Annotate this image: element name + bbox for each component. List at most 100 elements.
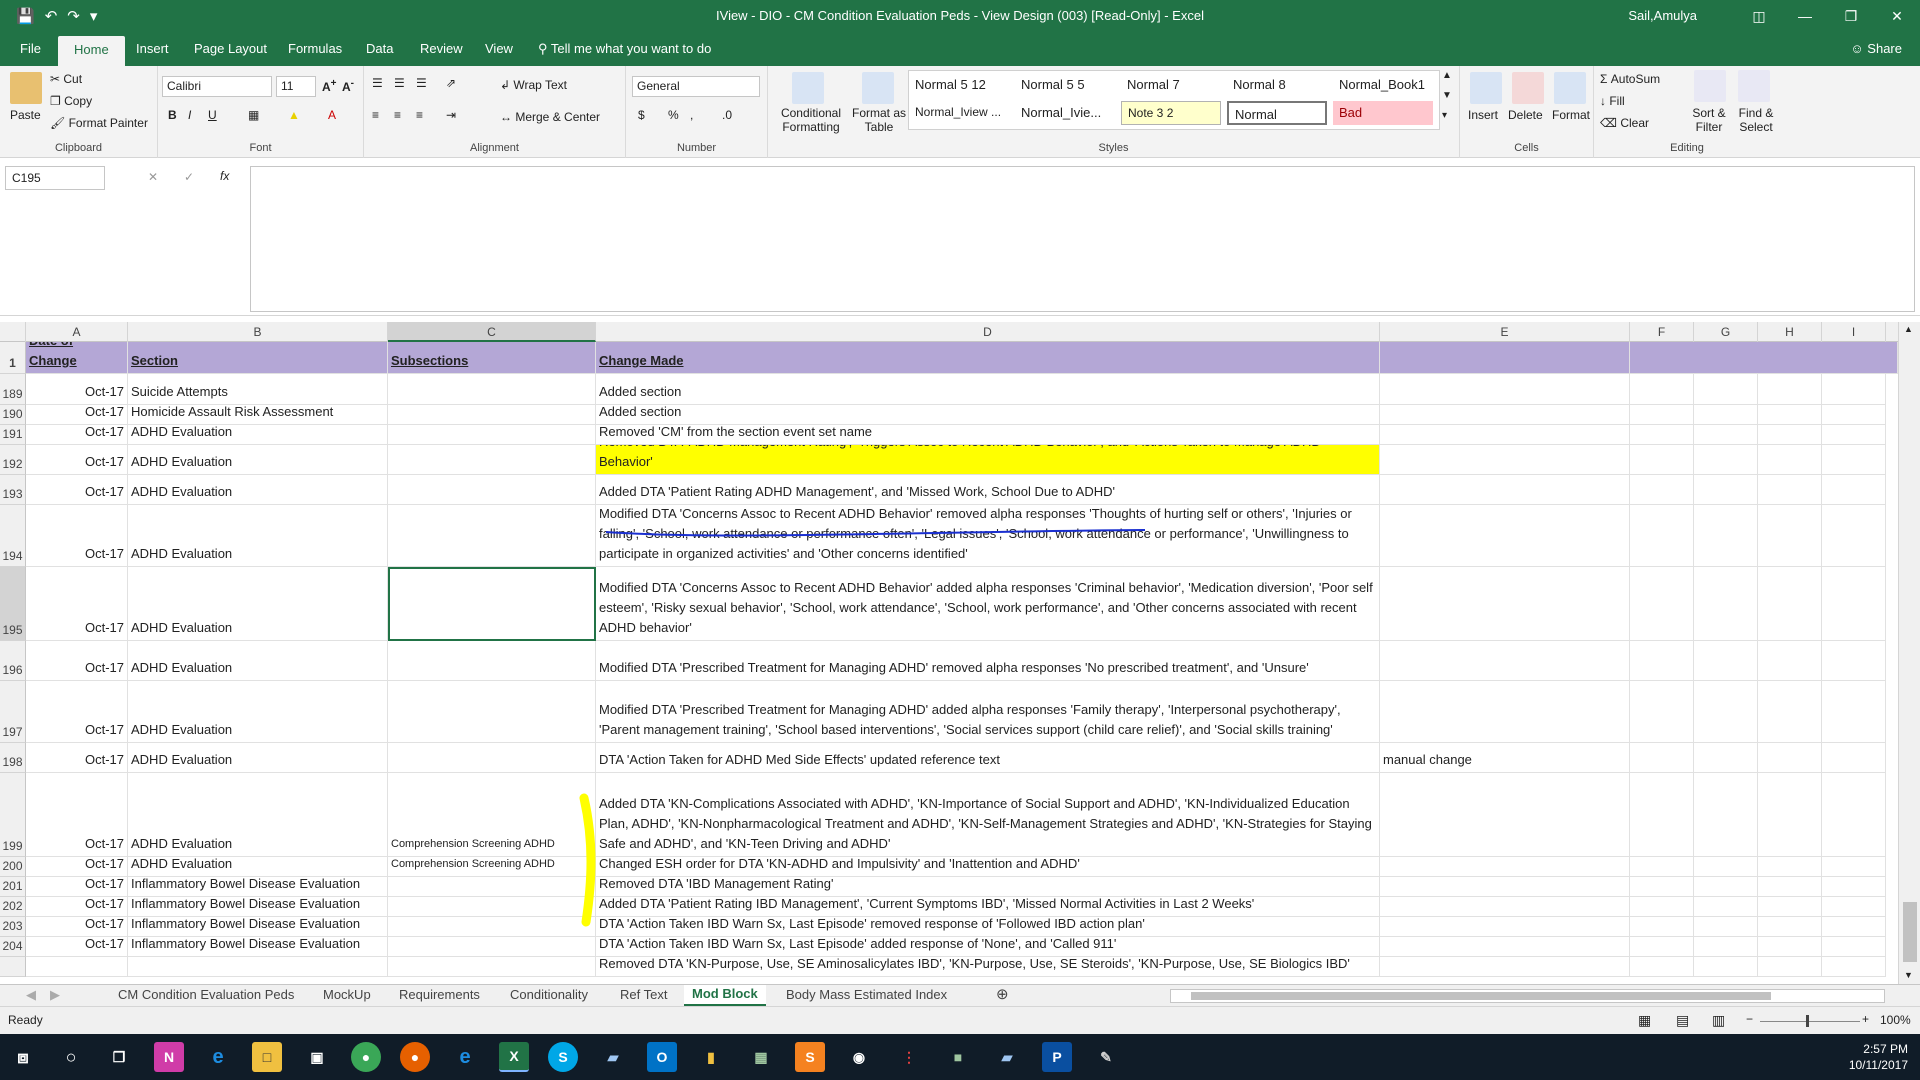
number-format-dropdown[interactable]: General	[632, 76, 760, 97]
horizontal-scroll-thumb[interactable]	[1191, 992, 1771, 1000]
user-name[interactable]: Sail,Amulya	[1628, 8, 1697, 23]
cell-notes[interactable]	[1380, 877, 1630, 897]
cell-f[interactable]	[1630, 937, 1694, 957]
page-layout-view-icon[interactable]: ▤	[1676, 1012, 1689, 1029]
cell-h[interactable]	[1758, 957, 1822, 977]
cell-section[interactable]: ADHD Evaluation	[128, 743, 388, 773]
cell-date[interactable]: Oct-17	[26, 773, 128, 857]
cell-f[interactable]	[1630, 505, 1694, 567]
cell-subsection[interactable]	[388, 743, 596, 773]
cell-g[interactable]	[1694, 743, 1758, 773]
cell-change-made[interactable]: Modified DTA 'Concerns Assoc to Recent A…	[596, 567, 1380, 641]
align-center-icon[interactable]: ≡	[394, 108, 401, 122]
cell-date[interactable]	[26, 957, 128, 977]
cell-h[interactable]	[1758, 897, 1822, 917]
excel-app-icon[interactable]: X	[499, 1042, 529, 1072]
cell-f[interactable]	[1630, 475, 1694, 505]
zoom-slider[interactable]	[1760, 1021, 1860, 1022]
style-normal-iview-2[interactable]: Normal_Ivie...	[1015, 101, 1119, 125]
sheet-tab-mod-block[interactable]: Mod Block	[684, 985, 766, 1006]
row-number[interactable]: 201	[0, 877, 26, 897]
cell-i[interactable]	[1822, 405, 1886, 425]
cell-notes[interactable]	[1380, 374, 1630, 405]
cell-notes[interactable]	[1380, 641, 1630, 681]
insert-cells-icon[interactable]	[1470, 72, 1502, 104]
find-select-button[interactable]: Find & Select	[1734, 106, 1778, 134]
cell-section[interactable]: Inflammatory Bowel Disease Evaluation	[128, 877, 388, 897]
zoom-level[interactable]: 100%	[1880, 1013, 1911, 1027]
percent-icon[interactable]: %	[668, 108, 679, 122]
cell-g[interactable]	[1694, 405, 1758, 425]
firefox-icon[interactable]: ●	[400, 1042, 430, 1072]
cell-notes[interactable]	[1380, 567, 1630, 641]
app-icon-3[interactable]: S	[795, 1042, 825, 1072]
sort-filter-button[interactable]: Sort & Filter	[1686, 106, 1732, 134]
cell-section[interactable]: ADHD Evaluation	[128, 641, 388, 681]
gallery-scroll-down-icon[interactable]: ▼	[1442, 90, 1452, 101]
tab-data[interactable]: Data	[366, 41, 393, 56]
cell-date[interactable]: Oct-17	[26, 857, 128, 877]
cell-f[interactable]	[1630, 877, 1694, 897]
italic-icon[interactable]: I	[188, 108, 191, 122]
cell-g[interactable]	[1694, 425, 1758, 445]
cell-h[interactable]	[1758, 857, 1822, 877]
zoom-slider-handle[interactable]	[1806, 1015, 1809, 1027]
align-left-icon[interactable]: ≡	[372, 108, 379, 122]
sheet-tab-body-mass[interactable]: Body Mass Estimated Index	[786, 987, 947, 1002]
cell-f[interactable]	[1630, 405, 1694, 425]
cell-date[interactable]: Oct-17	[26, 681, 128, 743]
row-number[interactable]: 190	[0, 405, 26, 425]
cell-i[interactable]	[1822, 857, 1886, 877]
clear-button[interactable]: ⌫ Clear	[1600, 116, 1649, 130]
sheet-tab-ref-text[interactable]: Ref Text	[620, 987, 667, 1002]
grow-font-icon[interactable]: A+	[322, 78, 337, 94]
cell-h[interactable]	[1758, 425, 1822, 445]
vertical-scrollbar[interactable]: ▲ ▼	[1898, 322, 1920, 984]
cell-h[interactable]	[1758, 641, 1822, 681]
app-icon-5[interactable]: ⋮	[894, 1042, 924, 1072]
format-painter-button[interactable]: 🖌 Format Painter	[50, 116, 148, 130]
row-number[interactable]: 204	[0, 937, 26, 957]
decimal-icon[interactable]: .0	[722, 108, 732, 122]
fill-button[interactable]: ↓ Fill	[1600, 94, 1625, 108]
cell-date[interactable]: Oct-17	[26, 567, 128, 641]
name-box[interactable]: C195	[5, 166, 105, 190]
row-number[interactable]: 203	[0, 917, 26, 937]
windows-start-icon[interactable]: ⧈	[8, 1042, 38, 1072]
row-number[interactable]	[0, 957, 26, 977]
tab-home[interactable]: Home	[58, 36, 125, 66]
cell-section[interactable]: Suicide Attempts	[128, 374, 388, 405]
cell-f[interactable]	[1630, 425, 1694, 445]
cell-notes[interactable]	[1380, 957, 1630, 977]
cell-notes[interactable]	[1380, 681, 1630, 743]
row-number[interactable]: 189	[0, 374, 26, 405]
cell-date[interactable]: Oct-17	[26, 445, 128, 475]
cell-i[interactable]	[1822, 425, 1886, 445]
cell-section[interactable]: Inflammatory Bowel Disease Evaluation	[128, 937, 388, 957]
sheet-tab-conditionality[interactable]: Conditionality	[510, 987, 588, 1002]
cell-i[interactable]	[1822, 567, 1886, 641]
conditional-formatting-icon[interactable]	[792, 72, 824, 104]
shrink-font-icon[interactable]: A-	[342, 78, 354, 94]
underline-icon[interactable]: U	[208, 108, 217, 122]
cell-change-made[interactable]: Removed DTA 'IBD Management Rating'	[596, 877, 1380, 897]
col-header-g[interactable]: G	[1694, 322, 1758, 342]
chrome-icon[interactable]: ●	[351, 1042, 381, 1072]
cell-subsection[interactable]	[388, 505, 596, 567]
scroll-down-icon[interactable]: ▼	[1904, 970, 1913, 980]
find-select-icon[interactable]	[1738, 70, 1770, 102]
app-icon-6[interactable]: ■	[943, 1042, 973, 1072]
orientation-icon[interactable]: ⇗	[446, 76, 456, 90]
cell-section[interactable]: Inflammatory Bowel Disease Evaluation	[128, 897, 388, 917]
cell-f[interactable]	[1630, 917, 1694, 937]
cell-section[interactable]: ADHD Evaluation	[128, 681, 388, 743]
app-icon-7[interactable]: ▰	[992, 1042, 1022, 1072]
row-number[interactable]: 193	[0, 475, 26, 505]
row-number[interactable]: 197	[0, 681, 26, 743]
cell-change-made[interactable]: DTA 'Action Taken IBD Warn Sx, Last Epis…	[596, 937, 1380, 957]
cell-subsection[interactable]: Comprehension Screening ADHD	[388, 857, 596, 877]
cell-change-made[interactable]: DTA 'Action Taken IBD Warn Sx, Last Epis…	[596, 917, 1380, 937]
format-cells-icon[interactable]	[1554, 72, 1586, 104]
cell-notes[interactable]	[1380, 425, 1630, 445]
cell-i[interactable]	[1822, 505, 1886, 567]
